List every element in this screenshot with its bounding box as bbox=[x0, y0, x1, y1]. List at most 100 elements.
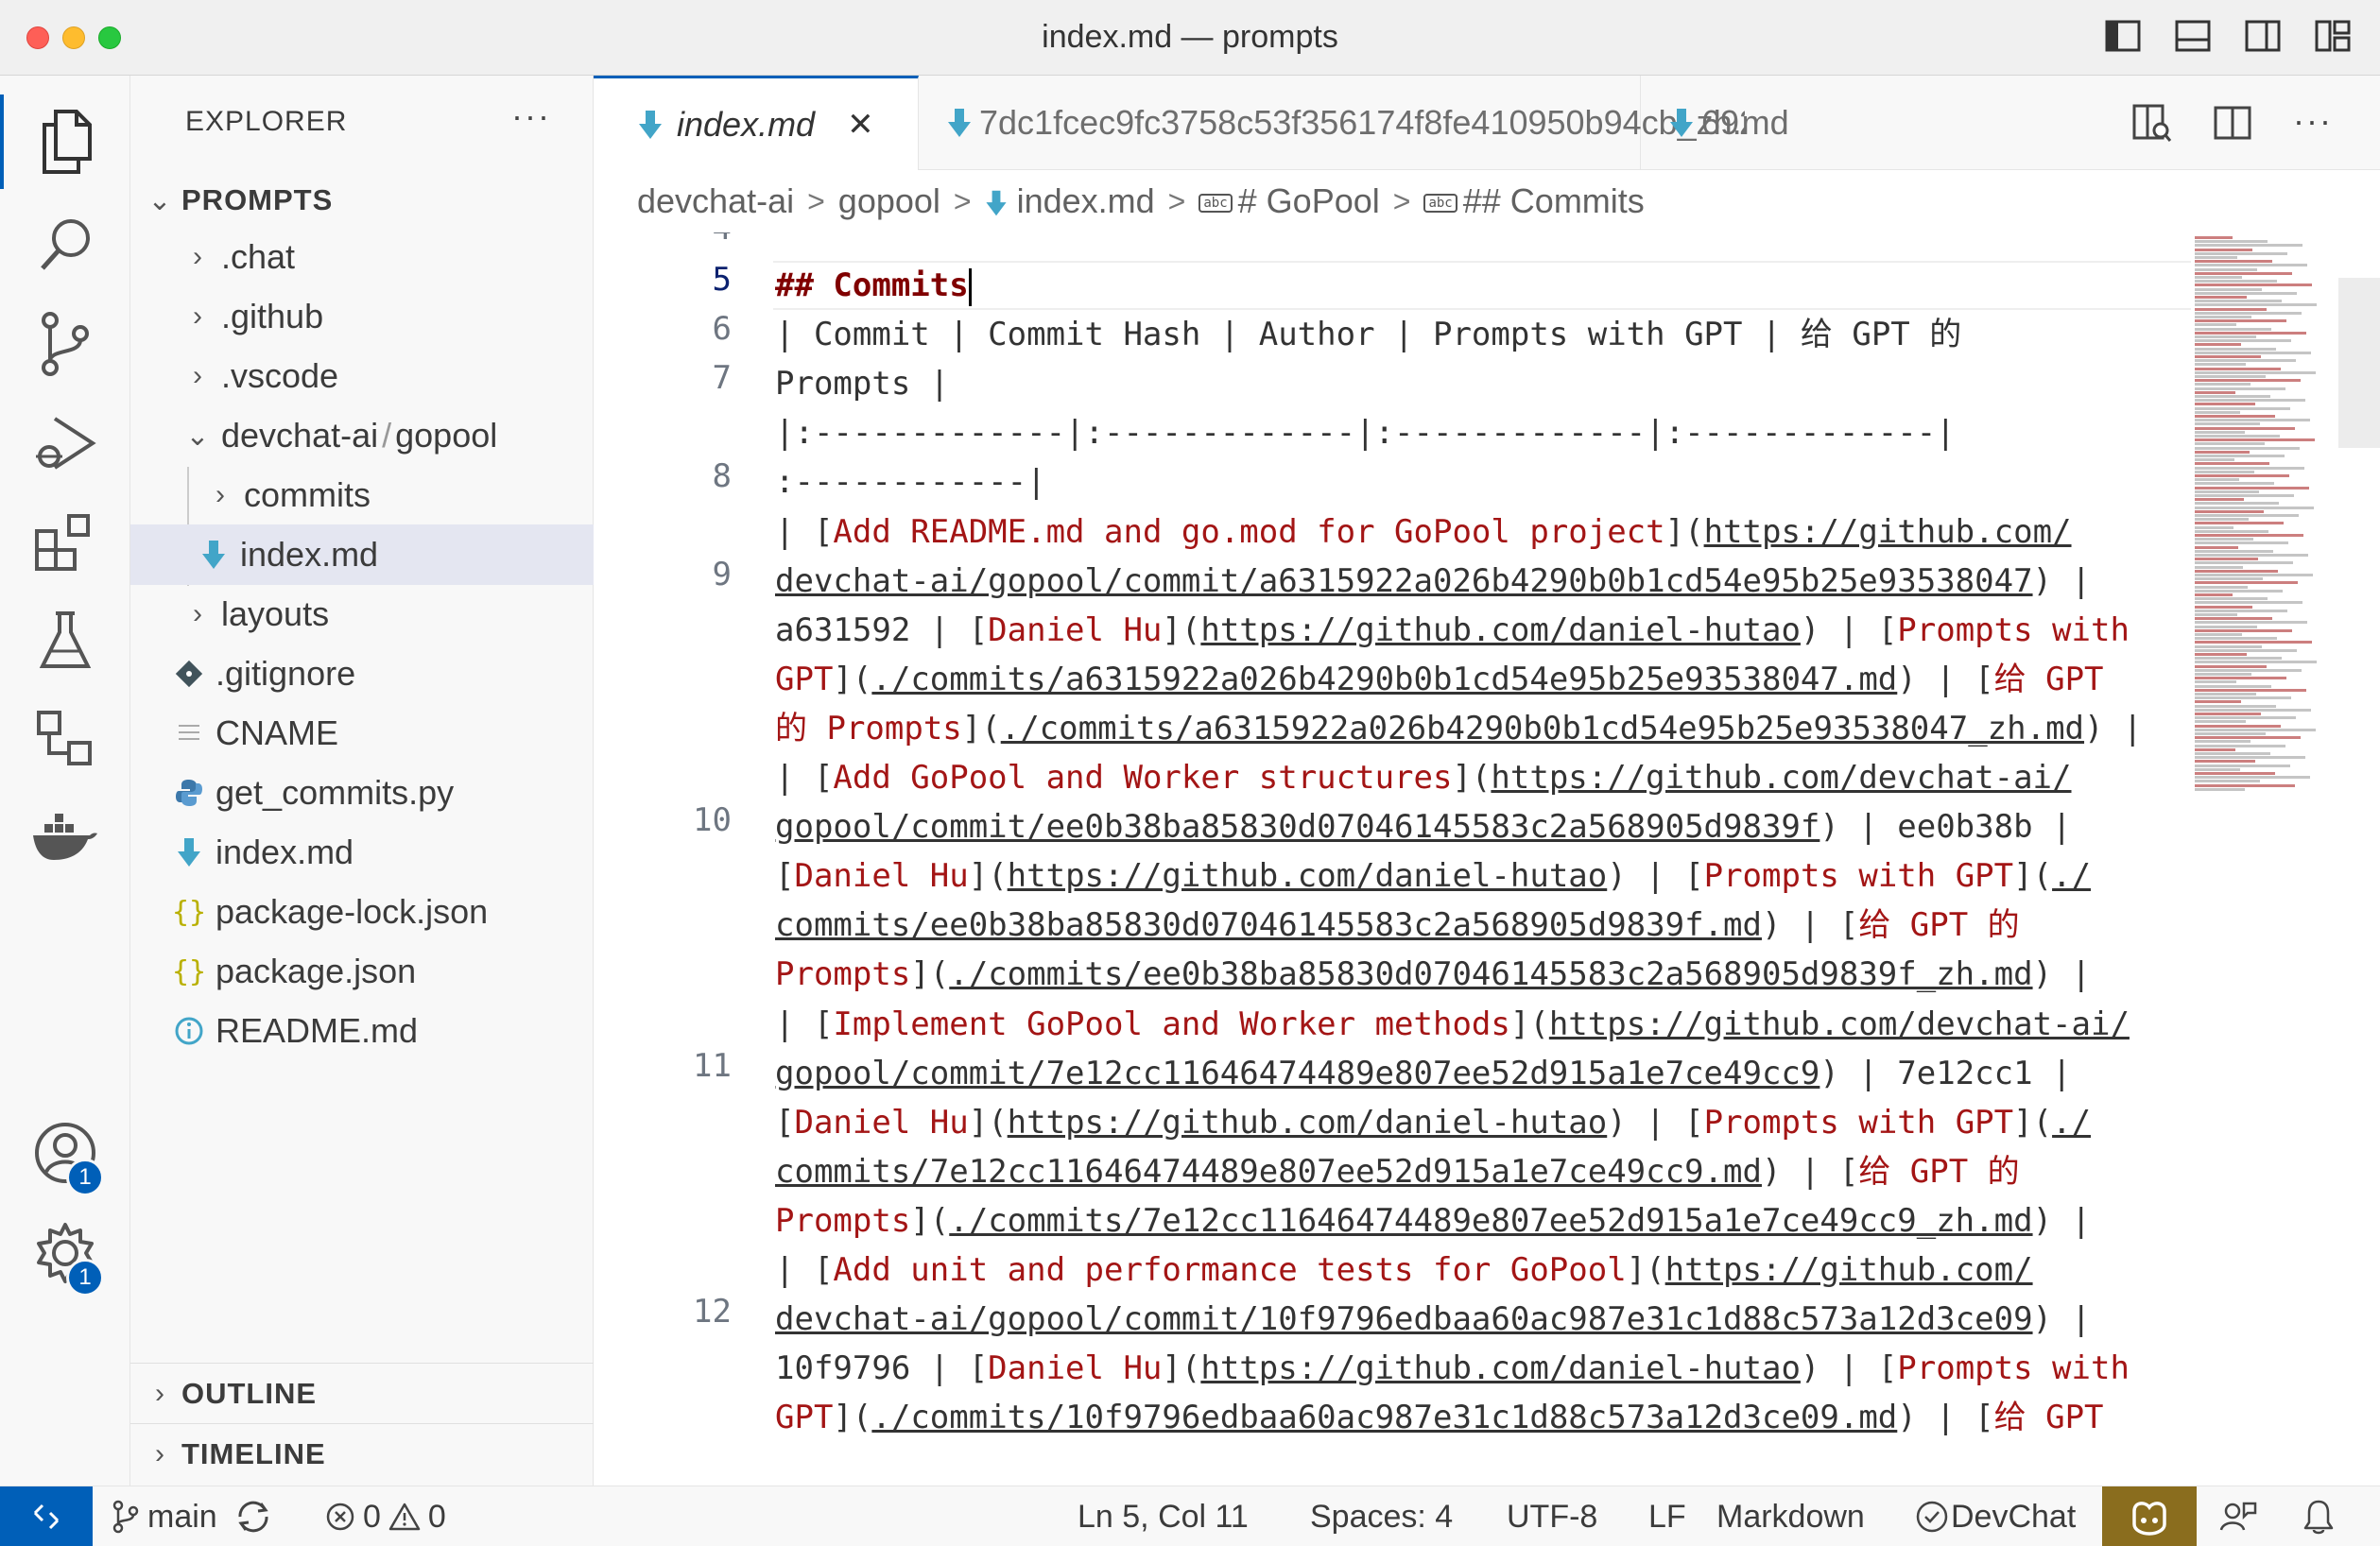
devchat-status[interactable]: DevChat bbox=[1915, 1486, 2076, 1546]
breadcrumb-item-symbol[interactable]: abc ## Commits bbox=[1423, 181, 1645, 221]
tree-item-index-md[interactable]: index.md bbox=[130, 822, 594, 883]
remote-indicator[interactable] bbox=[0, 1486, 93, 1546]
branch-status[interactable]: main bbox=[112, 1486, 272, 1546]
minimap-line bbox=[2195, 419, 2310, 422]
remote-explorer-activity[interactable] bbox=[0, 692, 130, 786]
breadcrumb-symbol-label: # GoPool bbox=[1237, 181, 1380, 220]
code-text: ]( bbox=[833, 1399, 872, 1437]
eol-status[interactable]: LF bbox=[1648, 1486, 1686, 1546]
manage-activity[interactable]: 1 bbox=[0, 1206, 130, 1300]
minimap-line bbox=[2195, 383, 2251, 386]
link-text: 给 GPT bbox=[1993, 660, 2104, 698]
breadcrumb-item[interactable]: devchat-ai bbox=[637, 181, 794, 221]
problems-status[interactable]: 0 0 bbox=[325, 1486, 446, 1546]
line-number-gutter: 4 5 6 7 8 9 10 11 12 bbox=[594, 232, 735, 1486]
language-mode-status[interactable]: Markdown bbox=[1716, 1486, 1865, 1546]
code-text: ]( bbox=[968, 857, 1008, 896]
source-control-activity[interactable] bbox=[0, 297, 130, 391]
tree-item-gitignore[interactable]: .gitignore bbox=[130, 644, 594, 704]
tree-item-get-commits-py[interactable]: get_commits.py bbox=[130, 763, 594, 823]
minimap-line bbox=[2195, 506, 2314, 509]
explorer-activity[interactable] bbox=[0, 94, 130, 189]
accounts-activity[interactable]: 1 bbox=[0, 1106, 130, 1200]
minimap-line bbox=[2195, 720, 2246, 724]
outline-section[interactable]: › OUTLINE bbox=[130, 1363, 594, 1423]
tree-item-package-lock-json[interactable]: {} package-lock.json bbox=[130, 882, 594, 942]
timeline-section[interactable]: › TIMELINE bbox=[130, 1423, 594, 1484]
minimap-line bbox=[2195, 545, 2238, 549]
sync-icon[interactable] bbox=[234, 1500, 272, 1534]
minimap-line bbox=[2195, 426, 2295, 430]
minimap[interactable] bbox=[2191, 232, 2323, 837]
encoding-status[interactable]: UTF-8 bbox=[1507, 1486, 1597, 1546]
breadcrumb-item-symbol[interactable]: abc # GoPool bbox=[1199, 181, 1380, 221]
breadcrumb-separator: > bbox=[1167, 183, 1186, 218]
chevron-right-icon: › bbox=[216, 479, 225, 510]
minimap-line bbox=[2195, 386, 2285, 390]
explorer-more-actions-button[interactable]: ··· bbox=[511, 96, 551, 136]
breadcrumb-item[interactable]: gopool bbox=[838, 181, 940, 221]
minimap-line bbox=[2195, 724, 2281, 728]
indentation-status[interactable]: Spaces: 4 bbox=[1310, 1486, 1453, 1546]
tree-item-cname[interactable]: CNAME bbox=[130, 703, 594, 764]
editor-area[interactable]: 4 5 6 7 8 9 10 11 12 ## Commits | Commit … bbox=[594, 232, 2380, 1486]
split-editor-icon[interactable] bbox=[2212, 102, 2253, 144]
minimap-line bbox=[2195, 236, 2233, 239]
tree-item-label-2: gopool bbox=[395, 416, 498, 455]
minimap-line bbox=[2195, 704, 2276, 708]
link-url: commits/7e12cc11646474489e807ee52d915a1e… bbox=[775, 1152, 1762, 1191]
tab-index-md[interactable]: index.md ✕ bbox=[594, 76, 919, 170]
search-activity[interactable] bbox=[0, 197, 130, 291]
run-debug-activity[interactable] bbox=[0, 397, 130, 491]
code-text: ]( bbox=[2013, 1103, 2053, 1142]
warning-count: 0 bbox=[427, 1498, 446, 1535]
tree-item-chat[interactable]: › .chat bbox=[130, 227, 594, 287]
close-tab-icon[interactable]: ✕ bbox=[847, 106, 874, 144]
customize-layout-icon[interactable] bbox=[2314, 17, 2352, 55]
toggle-panel-icon[interactable] bbox=[2174, 17, 2212, 55]
link-url: https://github.com/daniel-hutao bbox=[1200, 610, 1801, 649]
minimap-line bbox=[2195, 518, 2249, 522]
feedback-status[interactable] bbox=[2219, 1486, 2257, 1546]
chevron-right-icon: › bbox=[193, 241, 202, 272]
minimap-line bbox=[2195, 271, 2292, 275]
testing-activity[interactable] bbox=[0, 593, 130, 688]
bell-icon bbox=[2303, 1500, 2334, 1535]
link-url: https://github.com/ bbox=[1664, 1251, 2033, 1289]
tree-item-devchat-ai-gopool[interactable]: ⌄ devchat-ai / gopool bbox=[130, 405, 594, 466]
tree-item-readme-md[interactable]: README.md bbox=[130, 1001, 594, 1061]
markdown-icon bbox=[947, 107, 972, 139]
tree-item-vscode[interactable]: › .vscode bbox=[130, 346, 594, 406]
tree-item-label: devchat-ai bbox=[221, 416, 379, 455]
minimap-line bbox=[2195, 486, 2309, 490]
minimap-line bbox=[2195, 609, 2287, 612]
open-preview-icon[interactable] bbox=[2130, 102, 2172, 144]
minimap-line bbox=[2195, 276, 2242, 279]
breadcrumb-item-file[interactable]: index.md bbox=[985, 181, 1155, 221]
toggle-primary-sidebar-icon[interactable] bbox=[2104, 17, 2142, 55]
tree-item-package-json[interactable]: {} package.json bbox=[130, 941, 594, 1002]
tree-item-gopool-index-md[interactable]: index.md bbox=[130, 524, 594, 585]
tree-item-commits[interactable]: › commits bbox=[130, 465, 594, 525]
docker-activity[interactable] bbox=[0, 790, 130, 885]
notifications-status[interactable] bbox=[2302, 1486, 2335, 1546]
workspace-root[interactable]: ⌄ PROMPTS bbox=[130, 170, 594, 231]
minimap-line bbox=[2195, 760, 2255, 764]
code-text: | [ bbox=[775, 1251, 834, 1289]
code-text: ) | [ bbox=[1897, 1399, 1994, 1437]
extensions-activity[interactable] bbox=[0, 495, 130, 590]
cursor-position-status[interactable]: Ln 5, Col 11 bbox=[1078, 1486, 1249, 1546]
tab-commit-zh-md[interactable]: 7dc1fcec9fc3758c53f356174f8fe410950b94cb… bbox=[919, 76, 1789, 170]
minimap-line bbox=[2195, 244, 2302, 248]
tree-item-layouts[interactable]: › layouts bbox=[130, 584, 594, 644]
toggle-secondary-sidebar-icon[interactable] bbox=[2244, 17, 2282, 55]
current-line-highlight bbox=[773, 261, 2191, 310]
minimap-line bbox=[2195, 772, 2275, 775]
vertical-scrollbar-thumb[interactable] bbox=[2338, 278, 2380, 448]
more-actions-icon[interactable]: ··· bbox=[2293, 102, 2333, 144]
string-symbol-icon: abc bbox=[1423, 194, 1457, 214]
tree-item-github[interactable]: › .github bbox=[130, 286, 594, 347]
minimap-line bbox=[2195, 494, 2294, 497]
tab-overflow[interactable]: 692 bbox=[1641, 76, 1745, 170]
devchat-copilot-button[interactable] bbox=[2102, 1486, 2197, 1546]
